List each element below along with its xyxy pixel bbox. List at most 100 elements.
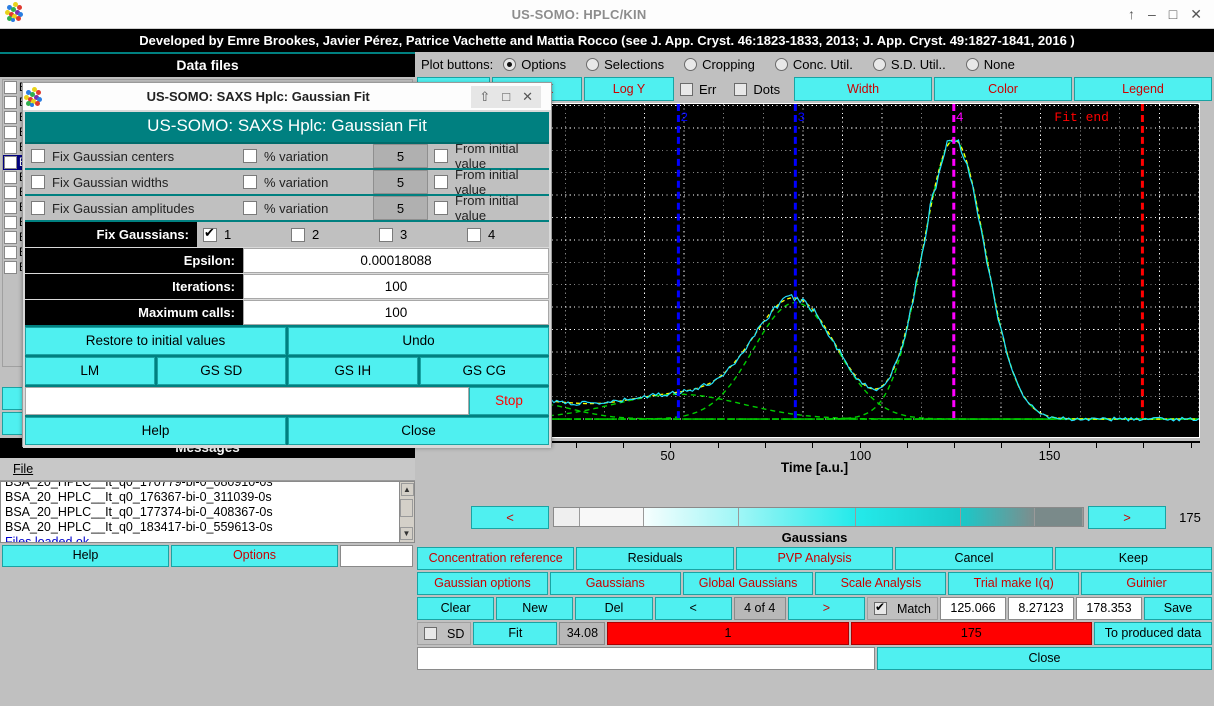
gaussian-width-field[interactable]: 8.27123 <box>1008 597 1074 620</box>
from-initial-checkbox[interactable] <box>434 175 448 189</box>
gaussian-next-button[interactable]: > <box>788 597 865 620</box>
guinier-button[interactable]: Guinier <box>1081 572 1212 595</box>
pct-variation-checkbox[interactable] <box>243 175 257 189</box>
radio-icon[interactable] <box>775 58 788 71</box>
fix-gaussian-option[interactable]: 3 <box>373 227 461 242</box>
width-button[interactable]: Width <box>794 77 932 101</box>
fix-param-checkbox-wrap[interactable]: Fix Gaussian widths <box>25 170 243 194</box>
from-initial-checkbox-wrap[interactable]: From initial value <box>428 170 549 194</box>
plot-mode-selections[interactable]: Selections <box>586 57 664 72</box>
pct-variation-value[interactable]: 5 <box>373 144 428 168</box>
scale-analysis-button[interactable]: Scale Analysis <box>815 572 946 595</box>
to-produced-data-button[interactable]: To produced data <box>1094 622 1212 645</box>
messages-scrollbar[interactable]: ▲ ▼ <box>399 482 414 542</box>
options-button[interactable]: Options <box>171 545 338 568</box>
pct-variation-checkbox-wrap[interactable]: % variation <box>243 196 373 220</box>
fix-gaussian-option[interactable]: 4 <box>461 227 549 242</box>
plot-mode-conc-util[interactable]: Conc. Util. <box>775 57 853 72</box>
slider-prev-button[interactable]: < <box>471 506 549 529</box>
window-rollup-button[interactable]: ↑ <box>1128 7 1135 21</box>
plot-mode-options[interactable]: Options <box>503 57 566 72</box>
gaussian-center-field[interactable]: 125.066 <box>940 597 1006 620</box>
gs-sd-button[interactable]: GS SD <box>157 357 287 385</box>
from-initial-checkbox-wrap[interactable]: From initial value <box>428 144 549 168</box>
slider-segment[interactable] <box>580 508 643 526</box>
slider-next-button[interactable]: > <box>1088 506 1166 529</box>
radio-icon[interactable] <box>873 58 886 71</box>
window-maximize-button[interactable]: □ <box>1169 7 1177 21</box>
file-checkbox[interactable] <box>4 141 17 154</box>
file-checkbox[interactable] <box>4 111 17 124</box>
global-gaussians-button[interactable]: Global Gaussians <box>683 572 814 595</box>
scrollbar-thumb[interactable] <box>400 499 413 517</box>
dialog-field-input[interactable]: 100 <box>243 300 549 325</box>
chart-canvas[interactable]: art1234Fit end <box>485 103 1200 438</box>
scroll-up-icon[interactable]: ▲ <box>401 483 414 496</box>
gaussian-prev-button[interactable]: < <box>655 597 732 620</box>
file-checkbox[interactable] <box>4 171 17 184</box>
residuals-button[interactable]: Residuals <box>576 547 733 570</box>
plot-mode-cropping[interactable]: Cropping <box>684 57 755 72</box>
file-checkbox[interactable] <box>4 231 17 244</box>
range-start-bar[interactable]: 1 <box>607 622 848 645</box>
dialog-help-button[interactable]: Help <box>25 417 286 445</box>
slider-segment[interactable] <box>1035 508 1083 526</box>
radio-icon[interactable] <box>966 58 979 71</box>
concentration-reference-button[interactable]: Concentration reference <box>417 547 574 570</box>
sd-checkbox-wrap[interactable]: SD <box>417 622 471 645</box>
dots-checkbox[interactable] <box>734 83 747 96</box>
file-checkbox[interactable] <box>4 186 17 199</box>
radio-icon[interactable] <box>684 58 697 71</box>
window-controls[interactable]: ↑ – □ ✕ <box>1128 7 1202 21</box>
slider-segment[interactable] <box>961 508 1035 526</box>
color-button[interactable]: Color <box>934 77 1072 101</box>
window-close-button[interactable]: ✕ <box>1190 7 1202 21</box>
keep-button[interactable]: Keep <box>1055 547 1212 570</box>
menu-item-file[interactable]: File <box>6 460 40 478</box>
file-checkbox[interactable] <box>4 126 17 139</box>
fix-gaussian-option[interactable]: 1 <box>197 227 285 242</box>
dialog-window-controls[interactable]: ⇧ □ ✕ <box>471 86 541 108</box>
dots-checkbox-wrap[interactable]: Dots <box>730 77 792 101</box>
undo-button[interactable]: Undo <box>288 327 549 355</box>
plot-mode-s-d-util[interactable]: S.D. Util.. <box>873 57 946 72</box>
pct-variation-checkbox[interactable] <box>243 201 257 215</box>
dialog-field-input[interactable]: 100 <box>243 274 549 299</box>
slider-track[interactable] <box>553 507 1084 527</box>
pct-variation-checkbox-wrap[interactable]: % variation <box>243 144 373 168</box>
window-minimize-button[interactable]: – <box>1148 7 1156 21</box>
fix-param-checkbox-wrap[interactable]: Fix Gaussian amplitudes <box>25 196 243 220</box>
pct-variation-value[interactable]: 5 <box>373 196 428 220</box>
plot-mode-none[interactable]: None <box>966 57 1015 72</box>
log-y-button[interactable]: Log Y <box>584 77 674 101</box>
new-button[interactable]: New <box>496 597 573 620</box>
file-checkbox[interactable] <box>4 81 17 94</box>
stop-button[interactable]: Stop <box>469 387 549 415</box>
pct-variation-checkbox-wrap[interactable]: % variation <box>243 170 373 194</box>
dialog-close-button[interactable]: ✕ <box>522 89 533 105</box>
trial-make-i-q-button[interactable]: Trial make I(q) <box>948 572 1079 595</box>
file-checkbox[interactable] <box>4 246 17 259</box>
radio-icon[interactable] <box>503 58 516 71</box>
from-initial-checkbox-wrap[interactable]: From initial value <box>428 196 549 220</box>
dialog-maximize-button[interactable]: □ <box>502 89 510 105</box>
gaussian-fit-dialog[interactable]: US-SOMO: SAXS Hplc: Gaussian Fit ⇧ □ ✕ U… <box>22 82 552 447</box>
pct-variation-checkbox[interactable] <box>243 149 257 163</box>
file-checkbox[interactable] <box>4 261 17 274</box>
fix-param-checkbox[interactable] <box>31 149 45 163</box>
from-initial-checkbox[interactable] <box>434 149 448 163</box>
file-checkbox[interactable] <box>4 156 17 169</box>
clear-button[interactable]: Clear <box>417 597 494 620</box>
err-checkbox-wrap[interactable]: Err <box>676 77 728 101</box>
fix-gaussian-option[interactable]: 2 <box>285 227 373 242</box>
dialog-field-input[interactable]: 0.00018088 <box>243 248 549 273</box>
restore-initial-values-button[interactable]: Restore to initial values <box>25 327 286 355</box>
slider-segment[interactable] <box>739 508 855 526</box>
gaussian-save-button[interactable]: Save <box>1144 597 1212 620</box>
radio-icon[interactable] <box>586 58 599 71</box>
messages-log[interactable]: BSA_20_HPLC__It_q0_170779-bi-0_080910-0s… <box>0 481 415 543</box>
fix-gaussian-checkbox[interactable] <box>291 228 305 242</box>
plot-close-button[interactable]: Close <box>877 647 1212 670</box>
fix-gaussian-checkbox[interactable] <box>467 228 481 242</box>
gs-ih-button[interactable]: GS IH <box>288 357 418 385</box>
